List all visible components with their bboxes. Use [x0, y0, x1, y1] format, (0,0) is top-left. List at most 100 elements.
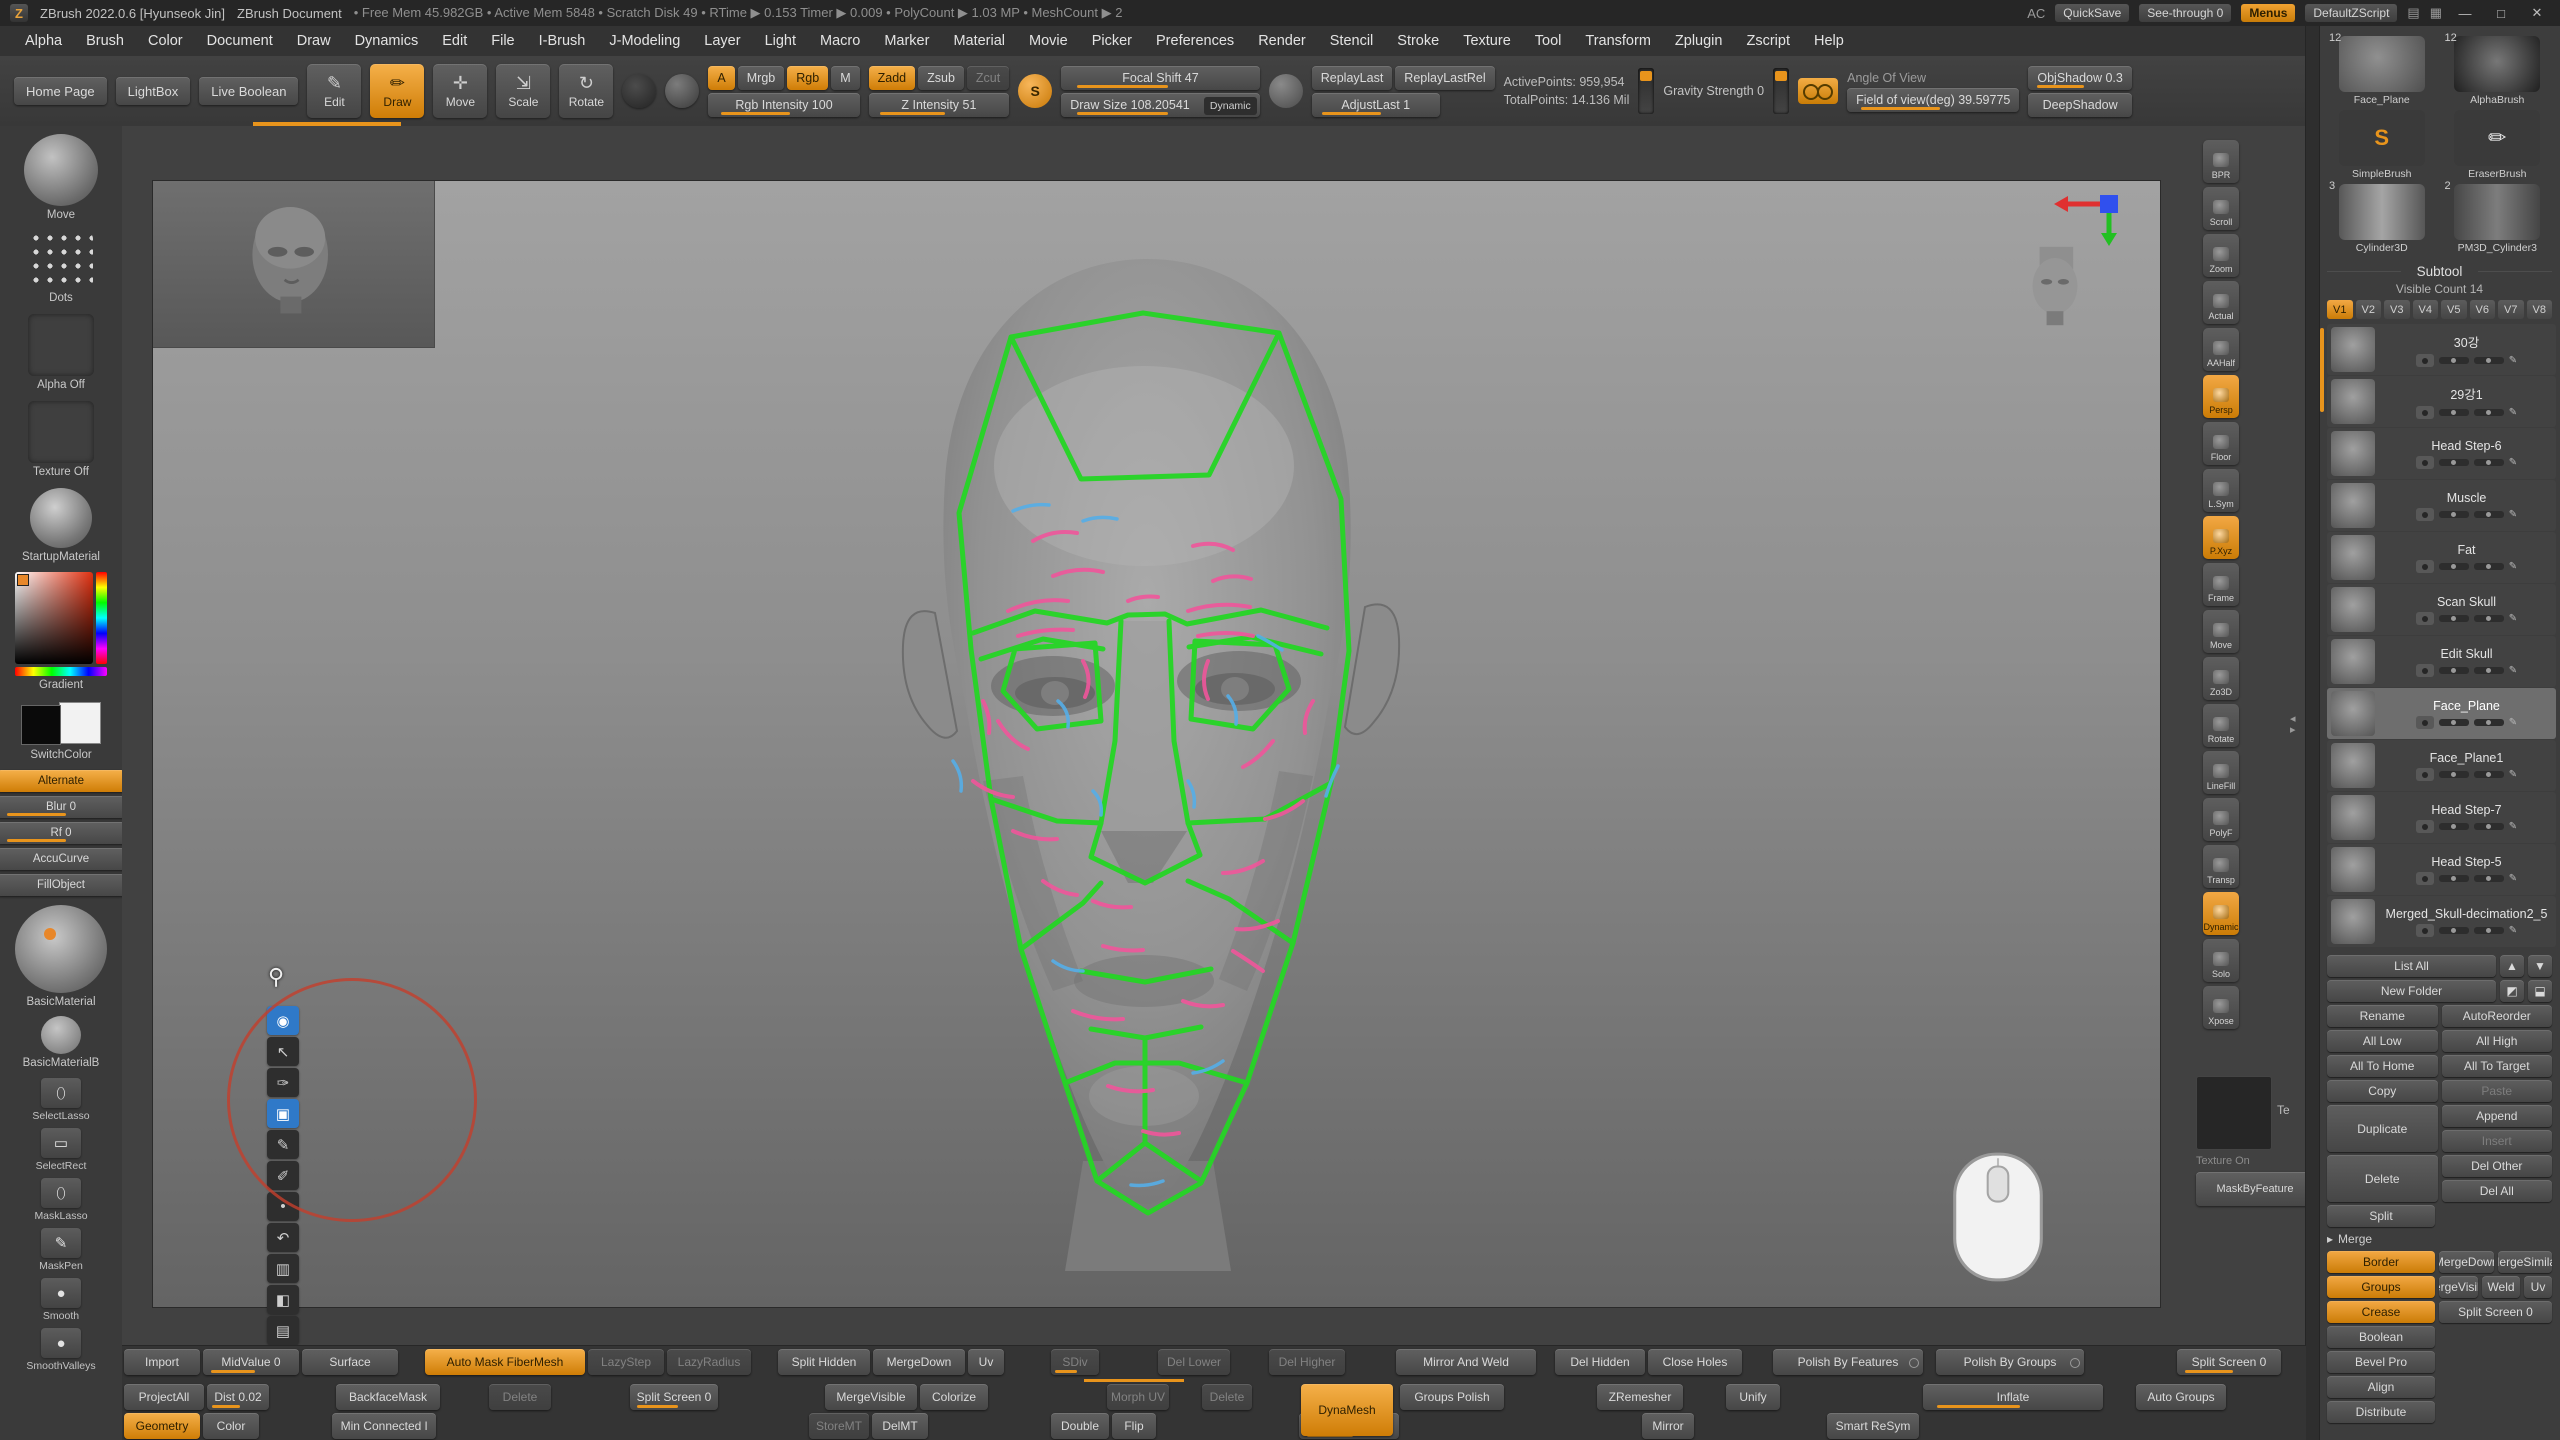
rgb-button[interactable]: Rgb [787, 66, 828, 90]
visibility-eye-icon[interactable] [2416, 508, 2434, 521]
colorize-button[interactable]: Colorize [920, 1384, 988, 1410]
copy-button[interactable]: Copy [2327, 1080, 2438, 1102]
min-connected-button[interactable]: Min Connected l [332, 1413, 436, 1439]
subtool-slider[interactable] [2474, 719, 2504, 726]
insert-button[interactable]: Insert [2442, 1130, 2553, 1152]
bevel-pro-button[interactable]: Bevel Pro [2327, 1351, 2435, 1373]
points-vslider[interactable] [1638, 68, 1654, 114]
subtool-slider[interactable] [2474, 771, 2504, 778]
subtool-slider[interactable] [2474, 563, 2504, 570]
trash-icon[interactable]: ▥ [267, 1254, 299, 1283]
subtool-slider[interactable] [2439, 563, 2469, 570]
fov-slider[interactable]: Field of view(deg) 39.59775 [1847, 88, 2019, 112]
dock-scrollbar[interactable] [2306, 26, 2320, 1440]
shelf-persp[interactable]: Persp [2203, 375, 2239, 418]
visibility-eye-icon[interactable] [2416, 406, 2434, 419]
subtool-item[interactable]: Edit Skull ✎ [2327, 636, 2556, 687]
backfacemask-button[interactable]: BackfaceMask [336, 1384, 440, 1410]
smooth-brush[interactable]: ● Smooth [41, 1278, 81, 1322]
menu-item[interactable]: Macro [809, 30, 871, 52]
mirror-and-weld-button[interactable]: Mirror And Weld [1396, 1349, 1536, 1375]
subtool-slider[interactable] [2439, 459, 2469, 466]
mergedown-subtool-button[interactable]: MergeDown [2439, 1251, 2494, 1273]
subtool-section-header[interactable]: Subtool [2319, 258, 2560, 281]
menu-item[interactable]: Texture [1452, 30, 1522, 52]
fillobject-button[interactable]: FillObject [0, 874, 123, 896]
rename-button[interactable]: Rename [2327, 1005, 2438, 1027]
basic-material[interactable]: BasicMaterial [15, 905, 107, 1008]
mask-pen[interactable]: ✎ MaskPen [39, 1228, 83, 1272]
draw-button[interactable]: ✏Draw [370, 64, 424, 118]
live-boolean-button[interactable]: Live Boolean [199, 77, 298, 105]
rotate-button[interactable]: ↻Rotate [559, 64, 613, 118]
visibility-eye-icon[interactable] [2416, 664, 2434, 677]
mirror-button[interactable]: Mirror [1642, 1413, 1694, 1439]
subtool-slider[interactable] [2439, 409, 2469, 416]
subtool-slider[interactable] [2474, 823, 2504, 830]
polypaint-brush-icon[interactable]: ✎ [2509, 873, 2517, 884]
close-holes-button[interactable]: Close Holes [1648, 1349, 1742, 1375]
note-icon[interactable]: ◧ [267, 1285, 299, 1314]
subtool-item[interactable]: Head Step-6 ✎ [2327, 428, 2556, 479]
double-button[interactable]: Double [1051, 1413, 1109, 1439]
import-button[interactable]: Import [124, 1349, 200, 1375]
groups-button[interactable]: Groups [2327, 1276, 2435, 1298]
morph-uv-button[interactable]: Morph UV [1107, 1384, 1169, 1410]
delete-button-2[interactable]: Delete [1202, 1384, 1252, 1410]
shelf-bpr[interactable]: BPR [2203, 140, 2239, 183]
subtool-tab-v5[interactable]: V5 [2441, 300, 2467, 319]
menu-item[interactable]: File [480, 30, 525, 52]
visibility-eye-icon[interactable] [2416, 560, 2434, 573]
groups-polish-button[interactable]: Groups Polish [1400, 1384, 1504, 1410]
new-folder-button[interactable]: New Folder [2327, 980, 2496, 1002]
subtool-slider[interactable] [2439, 823, 2469, 830]
polypaint-brush-icon[interactable]: ✎ [2509, 925, 2517, 936]
menu-item[interactable]: Alpha [14, 30, 73, 52]
dock-collapse-handle[interactable]: ◂▸ [2290, 714, 2296, 736]
menu-item[interactable]: Tool [1524, 30, 1573, 52]
visibility-eye-icon[interactable] [2416, 716, 2434, 729]
delete-button[interactable]: Delete [489, 1384, 551, 1410]
tool-slot-eraserbrush[interactable]: ✏ EraserBrush [2443, 110, 2553, 180]
zadd-button[interactable]: Zadd [869, 66, 916, 90]
subtool-slider[interactable] [2474, 357, 2504, 364]
visibility-eye-icon[interactable] [2416, 354, 2434, 367]
subtool-item[interactable]: Fat ✎ [2327, 532, 2556, 583]
menu-item[interactable]: Preferences [1145, 30, 1245, 52]
startup-material[interactable]: StartupMaterial [22, 488, 100, 563]
storemt-button[interactable]: StoreMT [809, 1413, 869, 1439]
subtool-slider[interactable] [2474, 459, 2504, 466]
unify-button[interactable]: Unify [1726, 1384, 1780, 1410]
delete-subtool-button[interactable]: Delete [2327, 1155, 2438, 1202]
lazyradius-slider[interactable]: LazyRadius [667, 1349, 751, 1375]
subtool-slider[interactable] [2439, 667, 2469, 674]
close-button[interactable]: ✕ [2524, 5, 2550, 21]
camera-view-head-icon[interactable] [2020, 243, 2090, 332]
subtool-tab-v4[interactable]: V4 [2413, 300, 2439, 319]
all-to-target-button[interactable]: All To Target [2442, 1055, 2553, 1077]
menu-item[interactable]: Zscript [1735, 30, 1801, 52]
replay-last-button[interactable]: ReplayLast [1312, 66, 1393, 90]
uv-button[interactable]: Uv [968, 1349, 1004, 1375]
border-button[interactable]: Border [2327, 1251, 2435, 1273]
subtool-item[interactable]: Muscle ✎ [2327, 480, 2556, 531]
shelf-floor[interactable]: Floor [2203, 422, 2239, 465]
distribute-button[interactable]: Distribute [2327, 1401, 2435, 1423]
split-screen-subtool-slider[interactable]: Split Screen 0 [2439, 1301, 2552, 1323]
switch-color[interactable]: SwitchColor [19, 700, 103, 761]
menu-item[interactable]: I-Brush [528, 30, 597, 52]
subtool-slider[interactable] [2439, 875, 2469, 882]
subtool-slider[interactable] [2439, 771, 2469, 778]
subtool-item[interactable]: Head Step-5 ✎ [2327, 844, 2556, 895]
shelf-aahalf[interactable]: AAHalf [2203, 328, 2239, 371]
grid-icon[interactable]: ▦ [2430, 5, 2442, 21]
all-low-button[interactable]: All Low [2327, 1030, 2438, 1052]
polish-by-groups-slider[interactable]: Polish By Groups [1936, 1349, 2084, 1375]
all-high-button[interactable]: All High [2442, 1030, 2553, 1052]
gravity-strength-label[interactable]: Gravity Strength 0 [1663, 84, 1764, 98]
zremesher-button[interactable]: ZRemesher [1597, 1384, 1683, 1410]
mergedown-button[interactable]: MergeDown [873, 1349, 965, 1375]
menu-item[interactable]: Material [942, 30, 1016, 52]
shelf-rotate3d[interactable]: Rotate [2203, 704, 2239, 747]
axis-gizmo[interactable] [2052, 191, 2128, 250]
